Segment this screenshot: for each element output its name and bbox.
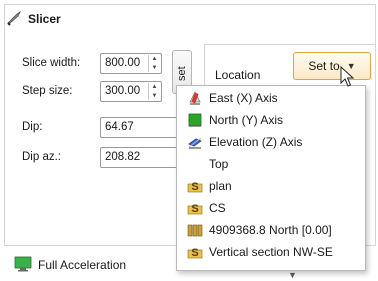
set-to-button[interactable]: Set to ▼ xyxy=(293,52,371,80)
svg-text:S: S xyxy=(191,203,198,215)
svg-text:S: S xyxy=(191,247,198,259)
step-size-label: Step size: xyxy=(22,85,73,97)
menu-item-cs[interactable]: S CS xyxy=(177,197,365,219)
step-size-value: 300.00 xyxy=(105,85,141,97)
dip-field[interactable]: 64.67 xyxy=(100,117,182,138)
slice-width-arrows[interactable]: ▲ ▼ xyxy=(148,55,160,72)
menu-item-label: CS xyxy=(209,201,226,215)
menu-item-label: Top xyxy=(209,157,229,171)
menu-item-label: East (X) Axis xyxy=(209,91,278,105)
spin-up-icon[interactable]: ▲ xyxy=(152,56,158,62)
dip-az-value: 208.82 xyxy=(105,151,141,163)
svg-text:S: S xyxy=(191,181,198,193)
location-label: Location xyxy=(215,68,261,82)
menu-item-plan[interactable]: S plan xyxy=(177,175,365,197)
menu-item-label: 4909368.8 North [0.00] xyxy=(209,223,332,237)
monitor-icon xyxy=(14,256,32,275)
east-axis-icon xyxy=(187,90,203,106)
spin-down-icon[interactable]: ▼ xyxy=(152,65,158,71)
panel-title: Slicer xyxy=(28,12,61,26)
reset-button-label: set xyxy=(176,66,188,81)
menu-item-top[interactable]: Top xyxy=(177,153,365,175)
dip-value: 64.67 xyxy=(105,121,134,133)
north-axis-icon xyxy=(187,112,203,128)
menu-item-label: Elevation (Z) Axis xyxy=(209,135,303,149)
menu-item-east-axis[interactable]: East (X) Axis xyxy=(177,87,365,109)
dip-az-field[interactable]: 208.82 xyxy=(100,147,182,168)
section-s-icon: S xyxy=(187,200,203,216)
dip-az-label: Dip az.: xyxy=(22,151,61,163)
elevation-axis-icon xyxy=(187,134,203,150)
menu-item-label: North (Y) Axis xyxy=(209,113,284,127)
section-s-icon: S xyxy=(187,178,203,194)
stacked-sections-icon xyxy=(187,222,203,238)
full-acceleration-label: Full Acceleration xyxy=(38,258,127,272)
menu-item-vertical-section[interactable]: S Vertical section NW-SE xyxy=(177,241,365,263)
step-size-arrows[interactable]: ▲ ▼ xyxy=(148,83,160,100)
full-acceleration-button[interactable]: Full Acceleration xyxy=(14,255,126,275)
spin-down-icon[interactable]: ▼ xyxy=(152,93,158,99)
slice-width-stepper[interactable]: 800.00 ▲ ▼ xyxy=(100,53,162,74)
menu-item-elevation-axis[interactable]: Elevation (Z) Axis xyxy=(177,131,365,153)
slice-width-label: Slice width: xyxy=(22,57,81,69)
step-size-stepper[interactable]: 300.00 ▲ ▼ xyxy=(100,81,162,102)
section-s-icon: S xyxy=(187,244,203,260)
set-to-label: Set to xyxy=(308,59,340,73)
slicer-header: Slicer xyxy=(6,10,61,28)
menu-item-label: plan xyxy=(209,179,232,193)
set-to-menu: East (X) Axis North (Y) Axis Elevation (… xyxy=(176,85,366,271)
menu-item-north-section[interactable]: 4909368.8 North [0.00] xyxy=(177,219,365,241)
chevron-down-icon[interactable]: ▼ xyxy=(288,270,297,280)
mouse-cursor-icon xyxy=(340,65,355,91)
spin-up-icon[interactable]: ▲ xyxy=(152,84,158,90)
menu-item-label: Vertical section NW-SE xyxy=(209,245,333,259)
slice-width-value: 800.00 xyxy=(105,57,141,69)
menu-item-north-axis[interactable]: North (Y) Axis xyxy=(177,109,365,131)
dip-label: Dip: xyxy=(22,121,43,133)
knife-icon xyxy=(6,10,22,29)
